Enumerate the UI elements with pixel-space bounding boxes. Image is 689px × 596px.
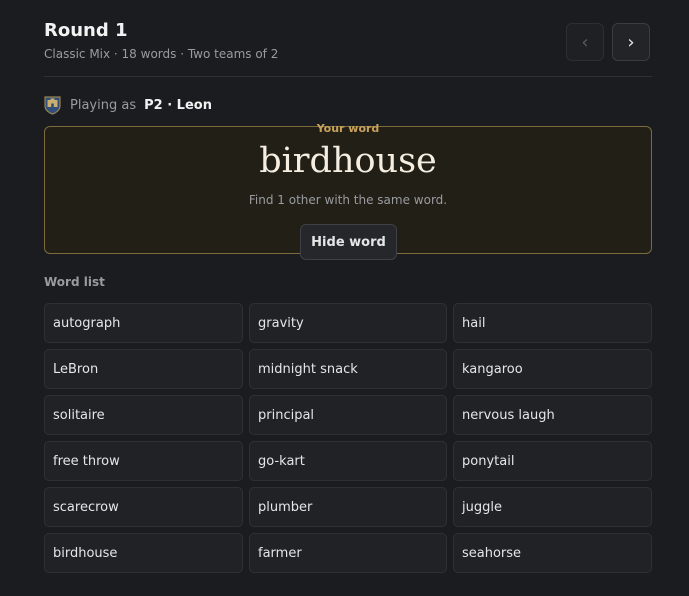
round-header: Round 1 Classic Mix · 18 words · Two tea… <box>44 20 652 76</box>
previous-button[interactable]: ‹ <box>566 23 604 61</box>
hide-word-button[interactable]: Hide word <box>300 224 397 260</box>
chevron-left-icon: ‹ <box>581 31 589 53</box>
playing-as-label: Playing as <box>70 97 137 113</box>
word-cell[interactable]: plumber <box>249 487 447 527</box>
word-cell[interactable]: hail <box>453 303 652 343</box>
next-button[interactable]: › <box>612 23 650 61</box>
word-cell[interactable]: juggle <box>453 487 652 527</box>
word-list-grid: autograph gravity hail LeBron midnight s… <box>44 303 652 573</box>
round-subtitle: Classic Mix · 18 words · Two teams of 2 <box>44 47 279 61</box>
secret-word: birdhouse <box>259 141 437 181</box>
header-divider <box>44 76 652 77</box>
word-cell[interactable]: seahorse <box>453 533 652 573</box>
your-word-card: Your word birdhouse Find 1 other with th… <box>44 122 652 260</box>
page-title: Round 1 <box>44 20 128 41</box>
word-cell[interactable]: gravity <box>249 303 447 343</box>
word-cell[interactable]: nervous laugh <box>453 395 652 435</box>
word-cell[interactable]: principal <box>249 395 447 435</box>
player-indicator: Playing as P2 · Leon <box>44 95 212 115</box>
word-cell[interactable]: LeBron <box>44 349 243 389</box>
shield-icon <box>44 95 61 115</box>
word-cell[interactable]: kangaroo <box>453 349 652 389</box>
word-hint: Find 1 other with the same word. <box>248 193 448 207</box>
word-cell[interactable]: scarecrow <box>44 487 243 527</box>
your-word-tag: Your word <box>316 122 380 135</box>
word-cell[interactable]: birdhouse <box>44 533 243 573</box>
chevron-right-icon: › <box>627 31 635 53</box>
word-list-label: Word list <box>44 275 105 289</box>
word-cell[interactable]: ponytail <box>453 441 652 481</box>
word-cell[interactable]: free throw <box>44 441 243 481</box>
word-cell[interactable]: go-kart <box>249 441 447 481</box>
word-cell[interactable]: solitaire <box>44 395 243 435</box>
player-name: P2 · Leon <box>144 97 212 113</box>
word-cell[interactable]: midnight snack <box>249 349 447 389</box>
word-cell[interactable]: autograph <box>44 303 243 343</box>
word-cell[interactable]: farmer <box>249 533 447 573</box>
